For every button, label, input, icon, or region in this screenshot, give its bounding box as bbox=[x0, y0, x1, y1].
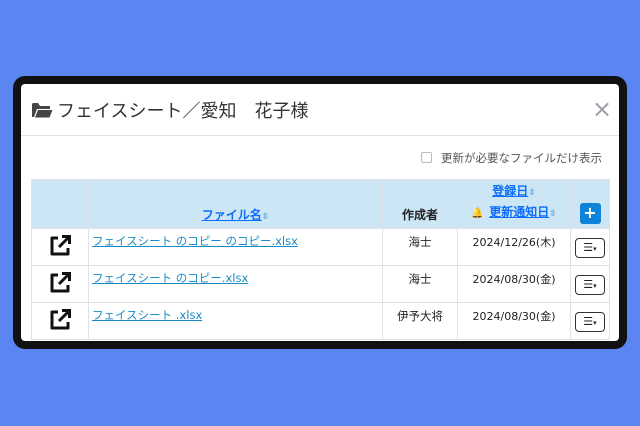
sort-icon: ⇳ bbox=[261, 212, 270, 222]
row-menu-button[interactable]: ☰▾ bbox=[575, 238, 605, 258]
row-menu-button[interactable]: ☰▾ bbox=[575, 275, 605, 295]
modal-header: フェイスシート／愛知 花子様 × bbox=[21, 84, 619, 136]
date-cell: 2024/08/30(金) bbox=[457, 265, 571, 303]
update-filter-label: 更新が必要なファイルだけ表示 bbox=[441, 151, 602, 165]
menu-cell: ☰▾ bbox=[570, 265, 610, 303]
add-file-button[interactable]: + bbox=[579, 203, 601, 224]
file-name-cell: フェイスシート .xlsx bbox=[88, 302, 383, 340]
file-link[interactable]: フェイスシート のコピー.xlsx bbox=[92, 270, 248, 286]
header-open bbox=[31, 179, 89, 229]
date-text: 2024/08/30(金) bbox=[472, 310, 556, 323]
date-cell: 2024/08/30(金) bbox=[457, 302, 571, 340]
close-button[interactable]: × bbox=[591, 97, 613, 121]
modal-title: フェイスシート／愛知 花子様 bbox=[57, 101, 309, 122]
date-text: 2024/12/26(木) bbox=[472, 236, 556, 249]
header-author: 作成者 bbox=[382, 179, 458, 229]
table-row: フェイスシート .xlsx 伊予大将 2024/08/30(金) ☰▾ bbox=[31, 302, 610, 340]
row-menu-button[interactable]: ☰▾ bbox=[575, 312, 605, 332]
menu-cell: ☰▾ bbox=[570, 302, 610, 340]
sort-icon: ⇳ bbox=[528, 188, 536, 198]
sort-registered-date-link[interactable]: 登録日 bbox=[492, 184, 528, 198]
update-filter-checkbox[interactable] bbox=[421, 152, 432, 163]
file-name-cell: フェイスシート のコピー のコピー.xlsx bbox=[88, 228, 383, 266]
file-list-modal: フェイスシート／愛知 花子様 × 更新が必要なファイルだけ表示 ファイル名⇳ 作… bbox=[21, 84, 619, 341]
open-cell bbox=[31, 228, 89, 266]
header-dates: 登録日⇳ 🔔 更新通知日⇳ bbox=[457, 179, 571, 229]
header-actions: + bbox=[570, 179, 610, 229]
table-header-row: ファイル名⇳ 作成者 登録日⇳ 🔔 更新通知日⇳ + bbox=[31, 179, 610, 229]
file-name-cell: フェイスシート のコピー.xlsx bbox=[88, 265, 383, 303]
hamburger-icon: ☰ bbox=[583, 278, 594, 291]
sort-update-notify-date-link[interactable]: 更新通知日 bbox=[489, 205, 549, 219]
sort-icon: ⇳ bbox=[549, 209, 557, 219]
author-cell: 海士 bbox=[382, 265, 458, 303]
file-link[interactable]: フェイスシート のコピー のコピー.xlsx bbox=[92, 233, 298, 249]
author-cell: 伊予大将 bbox=[382, 302, 458, 340]
author-text: 伊予大将 bbox=[397, 309, 443, 323]
caret-down-icon: ▾ bbox=[593, 319, 597, 327]
update-filter[interactable]: 更新が必要なファイルだけ表示 bbox=[421, 150, 611, 166]
file-table: ファイル名⇳ 作成者 登録日⇳ 🔔 更新通知日⇳ + フェイスシート のコピー … bbox=[31, 179, 610, 340]
author-text: 海士 bbox=[408, 272, 432, 286]
external-link-icon[interactable] bbox=[47, 233, 73, 259]
table-row: フェイスシート のコピー のコピー.xlsx 海士 2024/12/26(木) … bbox=[31, 228, 610, 266]
open-cell bbox=[31, 265, 89, 303]
header-file-name: ファイル名⇳ bbox=[88, 179, 383, 229]
bell-icon: 🔔 bbox=[471, 208, 484, 219]
open-cell bbox=[31, 302, 89, 340]
external-link-icon[interactable] bbox=[47, 307, 73, 333]
caret-down-icon: ▾ bbox=[593, 245, 597, 253]
caret-down-icon: ▾ bbox=[593, 282, 597, 290]
hamburger-icon: ☰ bbox=[583, 241, 594, 254]
sort-file-name-link[interactable]: ファイル名 bbox=[202, 208, 262, 222]
author-text: 海士 bbox=[408, 235, 432, 249]
menu-cell: ☰▾ bbox=[570, 228, 610, 266]
hamburger-icon: ☰ bbox=[583, 315, 594, 328]
date-text: 2024/08/30(金) bbox=[472, 273, 556, 286]
file-link[interactable]: フェイスシート .xlsx bbox=[92, 307, 202, 323]
date-cell: 2024/12/26(木) bbox=[457, 228, 571, 266]
author-cell: 海士 bbox=[382, 228, 458, 266]
table-row: フェイスシート のコピー.xlsx 海士 2024/08/30(金) ☰▾ bbox=[31, 265, 610, 303]
external-link-icon[interactable] bbox=[47, 270, 73, 296]
folder-open-icon bbox=[32, 103, 53, 118]
